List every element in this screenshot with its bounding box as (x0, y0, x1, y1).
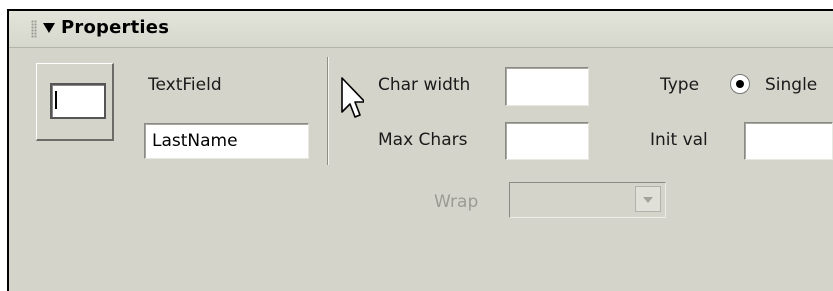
wrap-label: Wrap (434, 192, 479, 212)
textfield-icon-box (50, 83, 106, 119)
type-single-radio[interactable] (730, 74, 750, 94)
triangle-down-icon[interactable] (43, 23, 55, 33)
char-width-input[interactable] (505, 67, 589, 106)
max-chars-input[interactable] (505, 122, 589, 160)
type-single-label[interactable]: Single (765, 75, 817, 95)
type-label: Type (660, 75, 700, 95)
dropdown-button[interactable] (635, 186, 661, 212)
properties-title-bar[interactable]: Properties (9, 11, 833, 48)
mouse-pointer-icon (341, 77, 364, 118)
max-chars-label: Max Chars (378, 130, 468, 150)
textfield-icon-caret (55, 91, 57, 109)
radio-selected-dot (736, 80, 744, 88)
textfield-name-input[interactable]: LastName (144, 123, 309, 159)
init-val-input[interactable] (744, 122, 833, 160)
char-width-label: Char width (378, 75, 471, 95)
wrap-select[interactable] (509, 182, 666, 218)
object-type-label: TextField (148, 75, 222, 95)
panel-title: Properties (61, 17, 170, 38)
init-val-label: Init val (650, 130, 708, 150)
grip-icon[interactable] (31, 20, 37, 38)
section-divider (327, 57, 328, 165)
chevron-down-icon (643, 197, 653, 203)
